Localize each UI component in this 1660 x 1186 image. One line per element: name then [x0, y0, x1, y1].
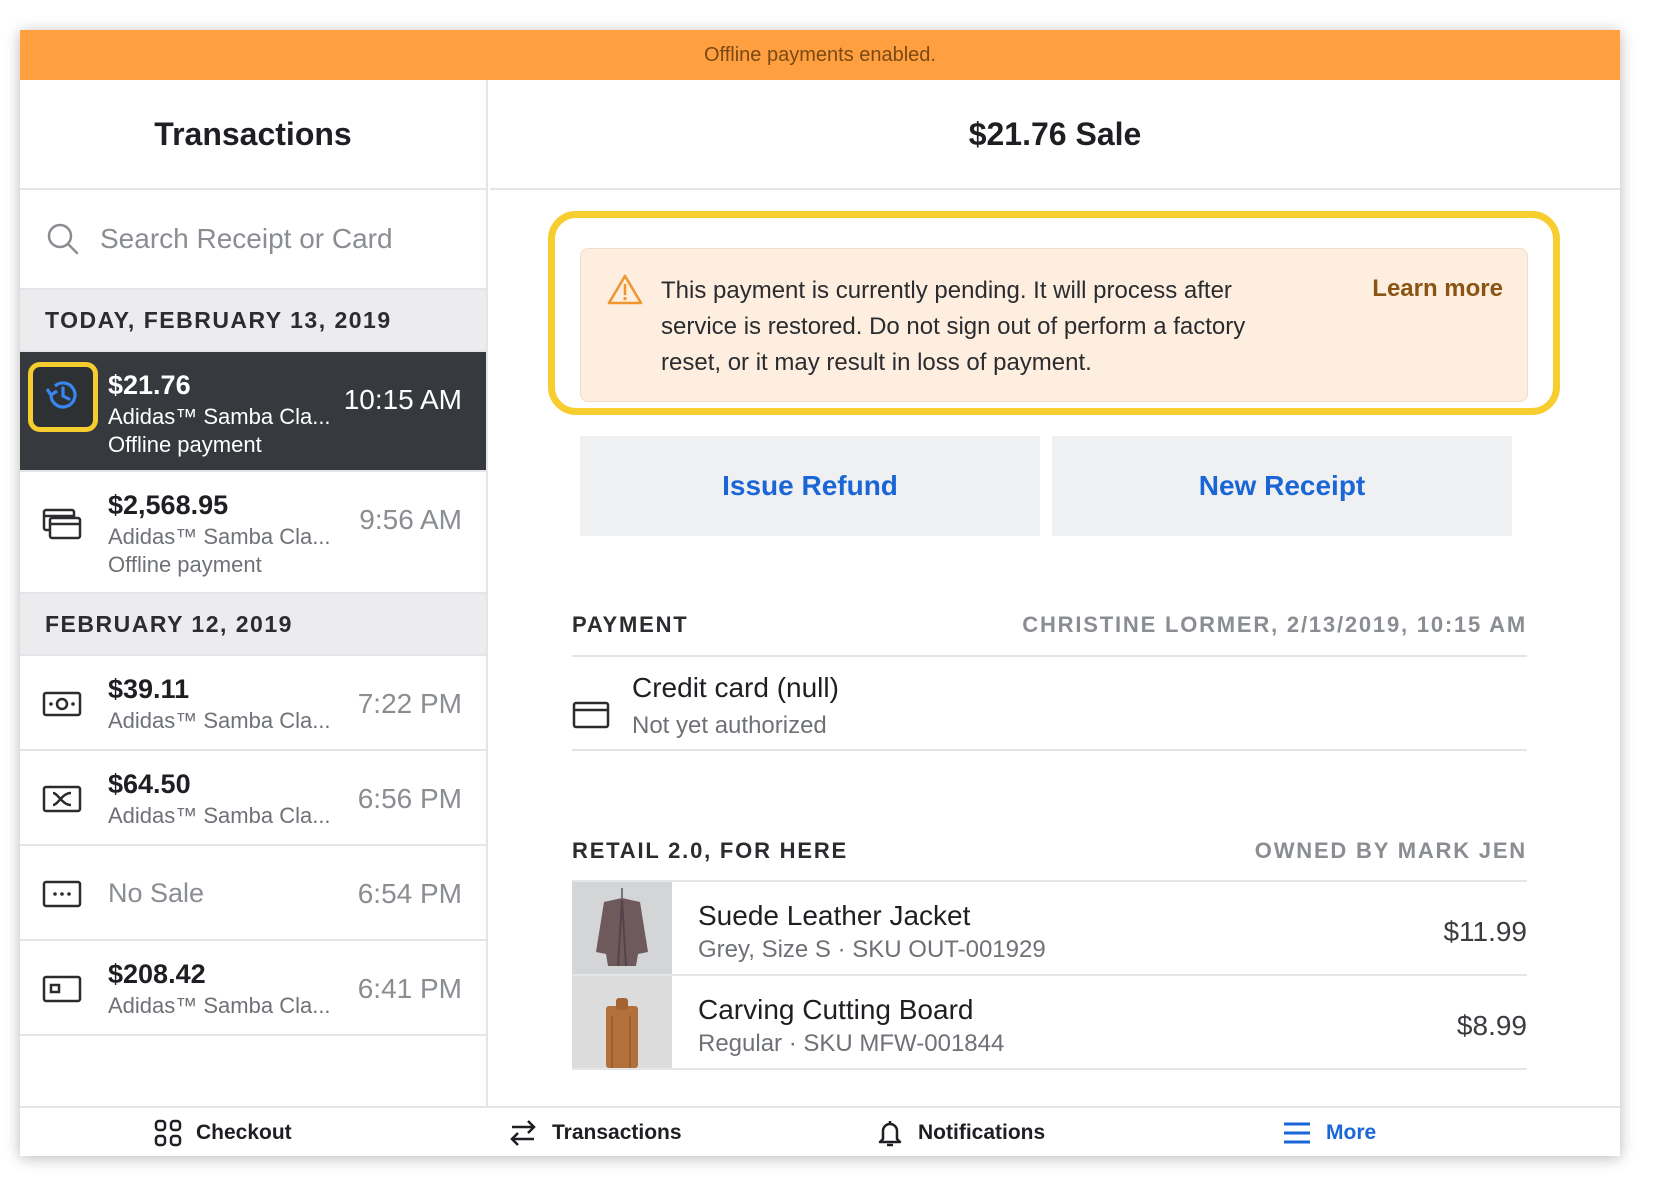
payment-section-header: PAYMENT CHRISTINE LORMER, 2/13/2019, 10:…	[572, 612, 1527, 646]
transaction-time: 9:56 AM	[359, 504, 462, 535]
page-title: Transactions	[154, 115, 352, 152]
payment-heading: PAYMENT	[572, 612, 689, 637]
sale-title: $21.76 Sale	[968, 115, 1142, 152]
transaction-row[interactable]: $39.11 Adidas™ Samba Cla... 7:22 PM	[20, 656, 486, 751]
date-section-header: TODAY, FEBRUARY 13, 2019	[20, 290, 486, 352]
transaction-time: 7:22 PM	[357, 688, 462, 719]
transaction-status: Offline payment	[108, 432, 262, 457]
search-icon	[46, 222, 80, 256]
transactions-panel: Transactions Search Receipt or Card TODA…	[20, 80, 488, 1106]
item-name: Carving Cutting Board	[698, 994, 974, 1025]
transaction-amount: $2,568.95	[108, 490, 229, 520]
offline-banner-text: Offline payments enabled.	[703, 43, 936, 66]
grid-icon	[154, 1119, 182, 1147]
transaction-description: Adidas™ Samba Cla...	[108, 524, 331, 549]
transaction-row[interactable]: $208.42 Adidas™ Samba Cla... 6:41 PM	[20, 941, 486, 1036]
transaction-amount: $208.42	[108, 959, 206, 989]
ellipsis-card-icon	[42, 874, 82, 914]
transaction-amount: No Sale	[108, 878, 205, 908]
cash-icon	[42, 684, 82, 724]
transaction-description: Adidas™ Samba Cla...	[108, 404, 331, 429]
line-item[interactable]: Carving Cutting Board Regular · SKU MFW-…	[572, 976, 1527, 1070]
highlight-outline	[28, 362, 98, 432]
nav-label: More	[1326, 1121, 1377, 1144]
gift-card-icon	[42, 779, 82, 819]
pending-alert: This payment is currently pending. It wi…	[580, 248, 1528, 402]
bell-icon	[878, 1121, 902, 1147]
transaction-amount: $39.11	[108, 674, 190, 704]
learn-more-link[interactable]: Learn more	[1372, 275, 1503, 303]
card-chip-icon	[42, 969, 82, 1009]
sale-header: $21.76 Sale	[490, 80, 1620, 190]
app-window: Offline payments enabled. Transactions S…	[20, 30, 1620, 1156]
bottom-nav: Checkout Transactions Notifications More	[20, 1106, 1620, 1156]
transaction-amount: $21.76	[108, 370, 191, 400]
offline-banner: Offline payments enabled.	[20, 30, 1620, 80]
line-item[interactable]: Suede Leather Jacket Grey, Size S · SKU …	[572, 882, 1527, 976]
warning-icon	[607, 273, 643, 305]
swap-arrows-icon	[510, 1120, 536, 1146]
transaction-row[interactable]: No Sale 6:54 PM	[20, 846, 486, 941]
order-heading: RETAIL 2.0, FOR HERE	[572, 838, 849, 863]
search-field[interactable]: Search Receipt or Card	[20, 190, 486, 290]
transaction-amount: $64.50	[108, 769, 191, 799]
history-icon	[43, 375, 83, 420]
date-section-header: FEBRUARY 12, 2019	[20, 594, 486, 656]
issue-refund-button[interactable]: Issue Refund	[580, 436, 1040, 536]
transaction-time: 6:56 PM	[357, 783, 462, 814]
nav-more[interactable]: More	[1282, 1108, 1376, 1156]
transaction-row[interactable]: $21.76 Adidas™ Samba Cla... Offline paym…	[20, 352, 486, 472]
nav-label: Checkout	[196, 1121, 292, 1144]
divider	[572, 655, 1527, 657]
transaction-time: 10:15 AM	[343, 384, 462, 415]
payment-status: Not yet authorized	[632, 712, 827, 739]
item-name: Suede Leather Jacket	[698, 900, 971, 931]
item-price: $11.99	[1443, 916, 1527, 947]
credit-card-icon	[572, 700, 610, 730]
sale-detail-panel: $21.76 Sale This payment is currently pe…	[490, 80, 1620, 1106]
nav-notifications[interactable]: Notifications	[876, 1108, 1045, 1156]
jacket-thumbnail	[572, 882, 672, 974]
cards-icon	[42, 504, 82, 544]
divider	[572, 749, 1527, 751]
nav-transactions[interactable]: Transactions	[508, 1108, 682, 1156]
nav-label: Transactions	[552, 1121, 682, 1144]
transaction-description: Adidas™ Samba Cla...	[108, 803, 331, 828]
transaction-description: Adidas™ Samba Cla...	[108, 993, 331, 1018]
transactions-header: Transactions	[20, 80, 486, 190]
order-section-header: RETAIL 2.0, FOR HERE OWNED BY MARK JEN	[572, 838, 1527, 872]
item-details: Regular · SKU MFW-001844	[698, 1030, 1005, 1057]
transaction-status: Offline payment	[108, 552, 262, 577]
cutting-board-thumbnail	[572, 976, 672, 1068]
alert-message: This payment is currently pending. It wi…	[661, 277, 1246, 376]
transaction-description: Adidas™ Samba Cla...	[108, 708, 331, 733]
payment-method: Credit card (null)	[632, 672, 839, 703]
payment-meta: CHRISTINE LORMER, 2/13/2019, 10:15 AM	[1022, 612, 1527, 637]
nav-label: Notifications	[918, 1121, 1046, 1144]
transaction-time: 6:54 PM	[357, 878, 462, 909]
new-receipt-button[interactable]: New Receipt	[1052, 436, 1512, 536]
transaction-time: 6:41 PM	[357, 973, 462, 1004]
search-input[interactable]: Search Receipt or Card	[100, 223, 393, 255]
transaction-row[interactable]: $2,568.95 Adidas™ Samba Cla... Offline p…	[20, 472, 486, 594]
order-owner: OWNED BY MARK JEN	[1254, 838, 1527, 863]
item-price: $8.99	[1456, 1010, 1527, 1041]
item-details: Grey, Size S · SKU OUT-001929	[698, 936, 1046, 963]
nav-checkout[interactable]: Checkout	[154, 1108, 292, 1156]
transaction-row[interactable]: $64.50 Adidas™ Samba Cla... 6:56 PM	[20, 751, 486, 846]
menu-icon	[1284, 1122, 1310, 1144]
